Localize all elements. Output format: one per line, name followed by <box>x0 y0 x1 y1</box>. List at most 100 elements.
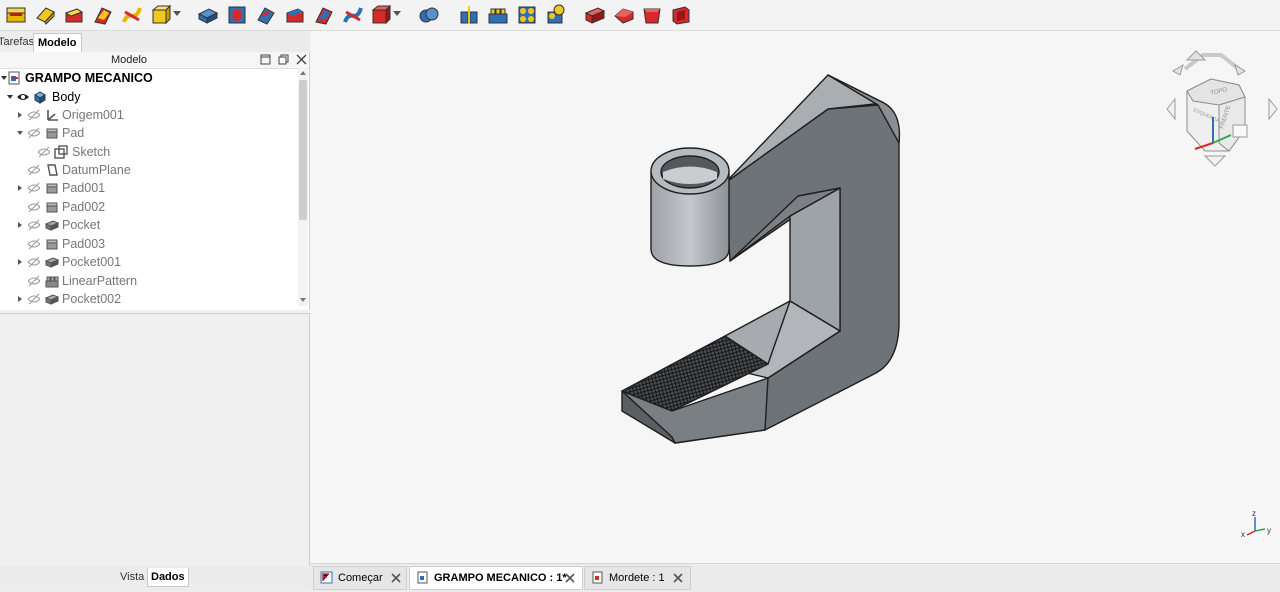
pocket-icon <box>45 294 59 305</box>
pad-icon <box>46 239 58 250</box>
linear-pattern-icon[interactable] <box>487 4 509 26</box>
draft-icon[interactable] <box>641 4 663 26</box>
subtractive-helix-icon[interactable] <box>342 4 364 26</box>
close-icon[interactable] <box>390 572 402 584</box>
close-icon[interactable] <box>564 572 576 584</box>
3d-viewport[interactable]: TOPO FRENTE ESQUERDA z x y <box>310 31 1280 563</box>
tree-item-pad002[interactable]: Pad002 <box>0 198 298 216</box>
additive-pad-icon[interactable] <box>5 4 27 26</box>
close-icon[interactable] <box>672 572 684 584</box>
eye-hidden-icon[interactable] <box>28 219 40 231</box>
toolbar <box>0 0 1280 31</box>
doc-tab-grampo-mecanico[interactable]: GRAMPO MECANICO : 1* <box>409 566 583 590</box>
document-icon <box>417 571 428 584</box>
additive-loft-icon[interactable] <box>63 4 85 26</box>
chevron-right-icon[interactable] <box>16 221 24 229</box>
origin-icon <box>47 110 58 121</box>
chevron-down-icon[interactable] <box>6 93 14 101</box>
axis-y-label: y <box>1267 526 1271 535</box>
fillet-icon[interactable] <box>584 4 606 26</box>
doc-tab-mordete[interactable]: Mordete : 1 <box>584 566 691 590</box>
tree-item-label: Pad003 <box>62 237 106 251</box>
tree-item-origem001[interactable]: Origem001 <box>0 106 298 124</box>
pocket-icon[interactable] <box>197 4 219 26</box>
chevron-down-icon[interactable] <box>173 9 181 17</box>
navigation-cube[interactable]: TOPO FRENTE ESQUERDA <box>1166 50 1278 167</box>
boolean-icon[interactable] <box>418 4 440 26</box>
start-page-icon <box>320 571 333 584</box>
polar-pattern-icon[interactable] <box>516 4 538 26</box>
scroll-down-icon[interactable] <box>299 296 307 304</box>
chevron-right-icon[interactable] <box>16 295 24 303</box>
document-icon <box>592 571 603 584</box>
tree-item-body[interactable]: Body <box>0 88 298 106</box>
axis-z-label: z <box>1252 509 1256 518</box>
tab-dados[interactable]: Dados <box>147 568 189 587</box>
document-tabs: Começar GRAMPO MECANICO : 1* Mordete : 1 <box>310 563 1280 592</box>
close-icon[interactable] <box>296 54 307 65</box>
eye-hidden-icon[interactable] <box>28 109 40 121</box>
scrollbar-thumb[interactable] <box>299 80 307 220</box>
eye-hidden-icon[interactable] <box>28 275 40 287</box>
eye-hidden-icon[interactable] <box>28 127 40 139</box>
eye-hidden-icon[interactable] <box>28 256 40 268</box>
model-tree-panel: Modelo GRAMPO MECANICO Body Origem001 Pa… <box>0 52 310 310</box>
tree-item-sketch[interactable]: Sketch <box>0 143 298 161</box>
c-clamp-model[interactable]: TOPO FRENTE ESQUERDA z x y <box>310 31 1280 563</box>
chevron-down-icon[interactable] <box>393 9 401 17</box>
eye-hidden-icon[interactable] <box>28 293 40 305</box>
clamp-boss[interactable] <box>650 147 730 267</box>
scroll-up-icon[interactable] <box>299 69 307 77</box>
mirrored-icon[interactable] <box>458 4 480 26</box>
hole-icon[interactable] <box>226 4 248 26</box>
eye-icon[interactable] <box>17 91 29 103</box>
property-tabs: Vista Dados <box>0 566 310 591</box>
axis-x-label: x <box>1241 530 1245 539</box>
doc-tab-label: GRAMPO MECANICO : 1* <box>434 572 567 584</box>
doc-tab-comecar[interactable]: Começar <box>313 566 407 590</box>
additive-primitive-icon[interactable] <box>150 4 172 26</box>
tree-item-pad003[interactable]: Pad003 <box>0 235 298 253</box>
multi-transform-icon[interactable] <box>545 4 567 26</box>
tree-item-label: Origem001 <box>62 108 124 122</box>
chevron-right-icon[interactable] <box>16 258 24 266</box>
additive-pipe-icon[interactable] <box>92 4 114 26</box>
tree-item-document[interactable]: GRAMPO MECANICO <box>0 69 298 87</box>
restore-icon[interactable] <box>260 54 271 65</box>
float-icon[interactable] <box>278 54 289 65</box>
subtractive-loft-icon[interactable] <box>284 4 306 26</box>
revolution-icon[interactable] <box>34 4 56 26</box>
chamfer-icon[interactable] <box>613 4 635 26</box>
subtractive-primitive-icon[interactable] <box>370 4 392 26</box>
chevron-right-icon[interactable] <box>16 184 24 192</box>
eye-hidden-icon[interactable] <box>28 182 40 194</box>
tree-item-pocket001[interactable]: Pocket001 <box>0 253 298 271</box>
eye-hidden-icon[interactable] <box>28 238 40 250</box>
eye-hidden-icon[interactable] <box>38 146 50 158</box>
subtractive-pipe-icon[interactable] <box>313 4 335 26</box>
pad-icon <box>46 128 58 139</box>
additive-helix-icon[interactable] <box>121 4 143 26</box>
tree-item-linearpattern[interactable]: LinearPattern <box>0 272 298 290</box>
pad-icon <box>46 183 58 194</box>
groove-icon[interactable] <box>255 4 277 26</box>
tree-item-label: Sketch <box>72 145 111 159</box>
document-icon <box>8 71 20 85</box>
eye-hidden-icon[interactable] <box>28 164 40 176</box>
tab-modelo[interactable]: Modelo <box>33 33 82 53</box>
doc-tab-label: Começar <box>338 572 383 584</box>
eye-hidden-icon[interactable] <box>28 201 40 213</box>
tab-vista[interactable]: Vista <box>117 568 147 586</box>
tree-header: Modelo <box>0 52 309 69</box>
chevron-right-icon[interactable] <box>16 111 24 119</box>
tree-item-pad001[interactable]: Pad001 <box>0 179 298 197</box>
tree-item-pocket[interactable]: Pocket <box>0 216 298 234</box>
tree-item-datumplane[interactable]: DatumPlane <box>0 161 298 179</box>
tree-scrollbar[interactable] <box>298 68 308 306</box>
pad-icon <box>46 202 58 213</box>
chevron-down-icon[interactable] <box>16 129 24 137</box>
tree-item-pocket002[interactable]: Pocket002 <box>0 290 298 308</box>
thickness-icon[interactable] <box>670 4 692 26</box>
tree-item-pad[interactable]: Pad <box>0 124 298 142</box>
tree-item-label: LinearPattern <box>62 274 138 288</box>
